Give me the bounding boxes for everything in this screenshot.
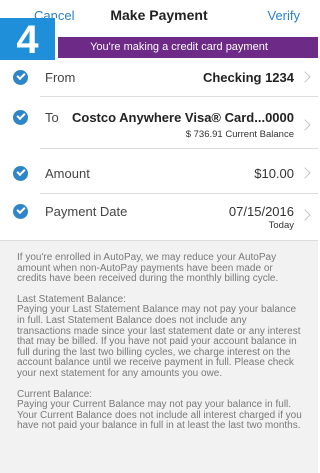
from-label: From (45, 70, 76, 85)
autopay-note: If you're enrolled in AutoPay, we may re… (17, 252, 279, 285)
chevron-right-icon (299, 167, 311, 179)
step-number-badge: 4 (0, 18, 58, 63)
current-balance-body: Paying your Current Balance may not pay … (17, 399, 302, 432)
last-statement-section: Last Statement Balance: Paying your Last… (17, 293, 303, 380)
chevron-right-icon (299, 209, 311, 221)
chevron-right-icon (299, 119, 311, 131)
check-icon (13, 110, 28, 125)
payment-date-label: Payment Date (45, 204, 128, 219)
check-icon (13, 70, 28, 85)
current-balance-section: Current Balance: Paying your Current Bal… (17, 388, 303, 432)
verify-button[interactable]: Verify (267, 8, 300, 23)
check-icon (13, 204, 28, 219)
to-row[interactable]: To Costco Anywhere Visa® Card...0000 $ 7… (0, 97, 318, 149)
amount-label: Amount (45, 166, 90, 181)
chevron-right-icon (299, 71, 311, 83)
amount-value: $10.00 (254, 166, 294, 181)
current-balance-title: Current Balance: (17, 388, 93, 400)
last-statement-body: Paying your Last Statement Balance may n… (17, 304, 301, 379)
amount-row[interactable]: Amount $10.00 (0, 149, 318, 194)
from-row[interactable]: From Checking 1234 (0, 58, 318, 97)
to-label: To (45, 110, 59, 125)
payment-date-value: 07/15/2016 (228, 204, 294, 219)
payment-date-sub: Today (268, 220, 294, 231)
from-value: Checking 1234 (202, 70, 294, 85)
payment-date-row[interactable]: Payment Date 07/15/2016 Today (0, 194, 318, 240)
disclosure-panel: If you're enrolled in AutoPay, we may re… (0, 240, 318, 473)
last-statement-title: Last Statement Balance: (17, 293, 126, 305)
check-icon (13, 166, 28, 181)
to-value: Costco Anywhere Visa® Card...0000 (71, 110, 294, 125)
current-balance-text: $ 736.91 Current Balance (185, 129, 294, 140)
